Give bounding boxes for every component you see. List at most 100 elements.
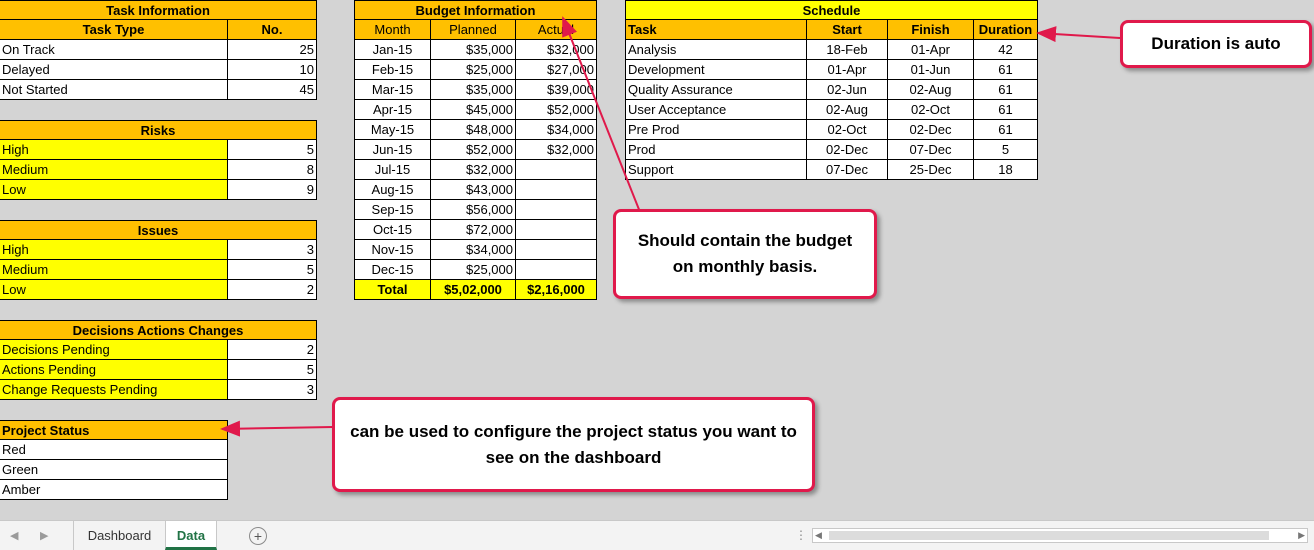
issue-label-cell[interactable]: Low (0, 280, 228, 300)
issue-value-cell[interactable]: 5 (228, 260, 317, 280)
budget-planned-cell[interactable]: $45,000 (431, 100, 516, 120)
decisions-title[interactable]: Decisions Actions Changes (0, 320, 317, 340)
budget-planned-cell[interactable]: $25,000 (431, 60, 516, 80)
decision-label-cell[interactable]: Change Requests Pending (0, 380, 228, 400)
budget-planned-cell[interactable]: $72,000 (431, 220, 516, 240)
schedule-start-header[interactable]: Start (807, 20, 888, 40)
schedule-start-cell[interactable]: 02-Aug (807, 100, 888, 120)
schedule-task-cell[interactable]: Quality Assurance (625, 80, 807, 100)
task-type-cell[interactable]: Delayed (0, 60, 228, 80)
schedule-task-cell[interactable]: User Acceptance (625, 100, 807, 120)
budget-title[interactable]: Budget Information (354, 0, 597, 20)
budget-month-cell[interactable]: Dec-15 (354, 260, 431, 280)
budget-actual-cell[interactable]: $32,000 (516, 40, 597, 60)
budget-actual-cell[interactable] (516, 180, 597, 200)
schedule-task-cell[interactable]: Analysis (625, 40, 807, 60)
issue-value-cell[interactable]: 2 (228, 280, 317, 300)
scrollbar-left-icon[interactable]: ◀ (815, 529, 822, 542)
schedule-title[interactable]: Schedule (625, 0, 1038, 20)
scrollbar-thumb[interactable] (829, 531, 1269, 540)
task-type-header[interactable]: Task Type (0, 20, 228, 40)
task-type-cell[interactable]: On Track (0, 40, 228, 60)
schedule-duration-cell[interactable]: 61 (974, 100, 1038, 120)
budget-month-cell[interactable]: Feb-15 (354, 60, 431, 80)
schedule-finish-cell[interactable]: 07-Dec (888, 140, 974, 160)
budget-month-cell[interactable]: Nov-15 (354, 240, 431, 260)
schedule-task-cell[interactable]: Prod (625, 140, 807, 160)
schedule-start-cell[interactable]: 02-Jun (807, 80, 888, 100)
schedule-duration-cell[interactable]: 61 (974, 120, 1038, 140)
budget-planned-cell[interactable]: $25,000 (431, 260, 516, 280)
decision-label-cell[interactable]: Decisions Pending (0, 340, 228, 360)
budget-actual-cell[interactable] (516, 200, 597, 220)
schedule-duration-cell[interactable]: 5 (974, 140, 1038, 160)
budget-total-actual[interactable]: $2,16,000 (516, 280, 597, 300)
budget-month-cell[interactable]: Apr-15 (354, 100, 431, 120)
task-type-cell[interactable]: Not Started (0, 80, 228, 100)
spreadsheet-grid[interactable]: Task Information Task Type No. On Track … (0, 0, 1314, 520)
decision-label-cell[interactable]: Actions Pending (0, 360, 228, 380)
scroll-right-icon[interactable]: ▶ (40, 529, 48, 542)
schedule-duration-cell[interactable]: 18 (974, 160, 1038, 180)
task-info-title[interactable]: Task Information (0, 0, 317, 20)
budget-planned-header[interactable]: Planned (431, 20, 516, 40)
schedule-task-header[interactable]: Task (625, 20, 807, 40)
budget-month-cell[interactable]: Jul-15 (354, 160, 431, 180)
decision-value-cell[interactable]: 2 (228, 340, 317, 360)
task-no-cell[interactable]: 45 (228, 80, 317, 100)
budget-actual-cell[interactable] (516, 160, 597, 180)
budget-month-cell[interactable]: May-15 (354, 120, 431, 140)
schedule-finish-cell[interactable]: 01-Apr (888, 40, 974, 60)
schedule-start-cell[interactable]: 02-Dec (807, 140, 888, 160)
schedule-start-cell[interactable]: 02-Oct (807, 120, 888, 140)
scroll-left-icon[interactable]: ◀ (10, 529, 18, 542)
schedule-start-cell[interactable]: 01-Apr (807, 60, 888, 80)
budget-actual-cell[interactable] (516, 240, 597, 260)
risk-value-cell[interactable]: 8 (228, 160, 317, 180)
budget-planned-cell[interactable]: $48,000 (431, 120, 516, 140)
project-status-cell[interactable]: Red (0, 440, 228, 460)
budget-actual-header[interactable]: Actual (516, 20, 597, 40)
task-no-cell[interactable]: 10 (228, 60, 317, 80)
add-sheet-button[interactable]: + (249, 527, 267, 545)
issues-title[interactable]: Issues (0, 220, 317, 240)
schedule-task-cell[interactable]: Pre Prod (625, 120, 807, 140)
budget-actual-cell[interactable]: $34,000 (516, 120, 597, 140)
decision-value-cell[interactable]: 5 (228, 360, 317, 380)
project-status-cell[interactable]: Amber (0, 480, 228, 500)
budget-planned-cell[interactable]: $32,000 (431, 160, 516, 180)
risks-title[interactable]: Risks (0, 120, 317, 140)
risk-value-cell[interactable]: 5 (228, 140, 317, 160)
project-status-cell[interactable]: Green (0, 460, 228, 480)
project-status-title[interactable]: Project Status (0, 420, 228, 440)
risk-value-cell[interactable]: 9 (228, 180, 317, 200)
tab-resize-handle[interactable]: ⋮ (794, 525, 808, 545)
tab-data[interactable]: Data (165, 521, 217, 550)
issue-label-cell[interactable]: Medium (0, 260, 228, 280)
task-no-cell[interactable]: 25 (228, 40, 317, 60)
budget-planned-cell[interactable]: $43,000 (431, 180, 516, 200)
risk-label-cell[interactable]: High (0, 140, 228, 160)
budget-month-cell[interactable]: Mar-15 (354, 80, 431, 100)
schedule-task-cell[interactable]: Support (625, 160, 807, 180)
issue-label-cell[interactable]: High (0, 240, 228, 260)
schedule-duration-header[interactable]: Duration (974, 20, 1038, 40)
schedule-start-cell[interactable]: 18-Feb (807, 40, 888, 60)
budget-total-label[interactable]: Total (354, 280, 431, 300)
budget-actual-cell[interactable]: $52,000 (516, 100, 597, 120)
budget-actual-cell[interactable] (516, 260, 597, 280)
budget-month-cell[interactable]: Jun-15 (354, 140, 431, 160)
scrollbar-right-icon[interactable]: ▶ (1298, 529, 1305, 542)
budget-planned-cell[interactable]: $56,000 (431, 200, 516, 220)
risk-label-cell[interactable]: Medium (0, 160, 228, 180)
schedule-finish-header[interactable]: Finish (888, 20, 974, 40)
budget-actual-cell[interactable]: $32,000 (516, 140, 597, 160)
budget-month-header[interactable]: Month (354, 20, 431, 40)
budget-actual-cell[interactable]: $39,000 (516, 80, 597, 100)
budget-actual-cell[interactable] (516, 220, 597, 240)
risk-label-cell[interactable]: Low (0, 180, 228, 200)
schedule-finish-cell[interactable]: 02-Dec (888, 120, 974, 140)
schedule-finish-cell[interactable]: 02-Aug (888, 80, 974, 100)
budget-month-cell[interactable]: Sep-15 (354, 200, 431, 220)
budget-planned-cell[interactable]: $35,000 (431, 80, 516, 100)
